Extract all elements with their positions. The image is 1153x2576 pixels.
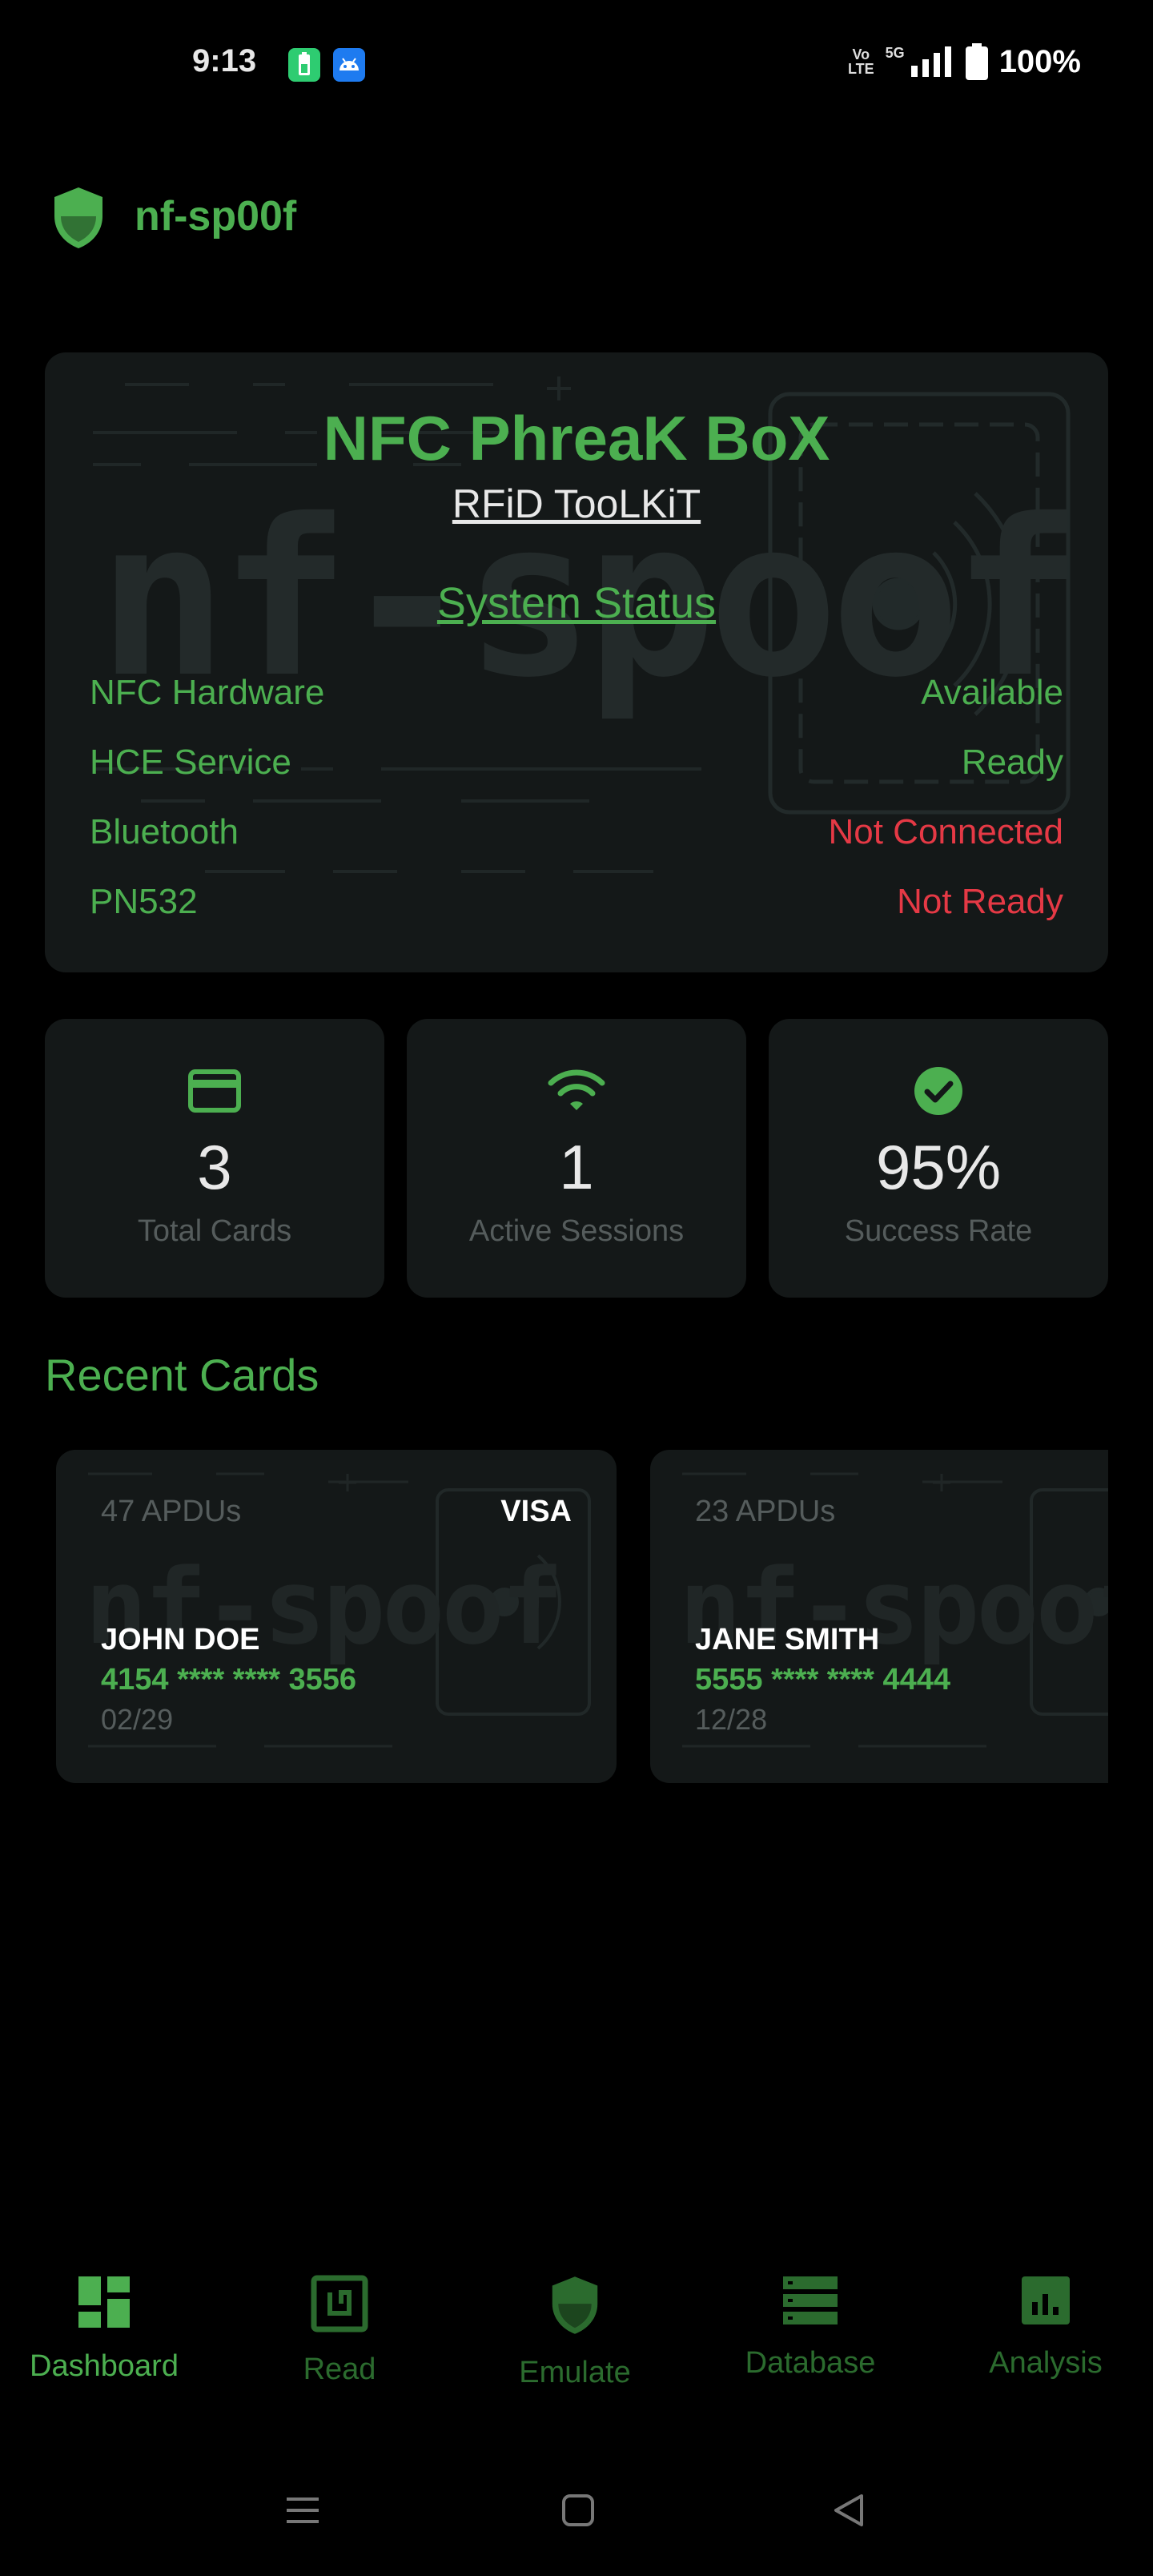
nav-emulate[interactable]: Emulate — [460, 2275, 690, 2390]
dashboard-icon — [78, 2276, 130, 2328]
card-holder-name: JOHN DOE — [101, 1623, 260, 1656]
status-label: PN532 — [90, 882, 198, 921]
battery-saver-icon — [288, 48, 320, 82]
system-status-heading: System Status — [436, 579, 717, 627]
stat-label: Total Cards — [137, 1214, 292, 1248]
stat-success-rate[interactable]: 95% Success Rate — [769, 1019, 1108, 1298]
status-time: 9:13 — [192, 43, 257, 78]
signal-icon: 5G — [886, 45, 954, 78]
status-value: Ready — [961, 743, 1063, 782]
stat-total-cards[interactable]: 3 Total Cards — [45, 1019, 384, 1298]
card-brand: VISA — [500, 1495, 572, 1528]
recents-menu-icon[interactable] — [283, 2491, 322, 2530]
battery-percentage: 100% — [998, 43, 1081, 79]
system-status-card: nf-spoof NFC PhreaK BoX RFiD TooLKiT Sys… — [45, 352, 1108, 972]
nav-label: Emulate — [519, 2356, 631, 2389]
nav-label: Analysis — [989, 2346, 1103, 2380]
status-right: Vo LTE 5G 100% — [848, 43, 1081, 80]
card-expiry: 12/28 — [695, 1703, 768, 1736]
stat-value: 1 — [559, 1132, 594, 1202]
analytics-icon — [1022, 2276, 1070, 2324]
nav-analysis[interactable]: Analysis — [930, 2275, 1153, 2381]
card-apdu-count: 47 APDUs — [101, 1495, 242, 1528]
stat-active-sessions[interactable]: 1 Active Sessions — [407, 1019, 746, 1298]
database-icon — [783, 2276, 838, 2324]
nav-label: Read — [303, 2353, 376, 2386]
card-number: 5555 **** **** 4444 — [695, 1663, 951, 1697]
card-apdu-count: 23 APDUs — [695, 1495, 836, 1528]
recent-card-clip: nf-spoof 23 APDUs JANE SMITH 5555 **** *… — [650, 1450, 1108, 1783]
status-value: Available — [921, 673, 1063, 712]
stat-label: Active Sessions — [468, 1214, 685, 1248]
status-row-nfc: NFC Hardware Available — [90, 673, 1063, 713]
nav-dashboard[interactable]: Dashboard — [0, 2275, 219, 2384]
app-shield-icon — [51, 186, 106, 254]
wifi-icon — [548, 1069, 605, 1110]
status-label: NFC Hardware — [90, 673, 325, 712]
hero-subtitle: RFiD TooLKiT — [452, 481, 701, 526]
nfc-read-icon — [311, 2275, 368, 2332]
status-label: Bluetooth — [90, 812, 239, 851]
credit-card-icon — [188, 1069, 241, 1113]
home-icon[interactable] — [559, 2491, 597, 2530]
card-holder-name: JANE SMITH — [695, 1623, 880, 1656]
back-icon[interactable] — [830, 2491, 868, 2530]
stat-value: 3 — [197, 1132, 232, 1202]
status-value: Not Connected — [828, 812, 1063, 851]
status-label: HCE Service — [90, 743, 291, 782]
status-value: Not Ready — [897, 882, 1063, 921]
card-number: 4154 **** **** 3556 — [101, 1663, 357, 1697]
android-notification-icon — [333, 48, 365, 82]
status-row-bluetooth: Bluetooth Not Connected — [90, 812, 1063, 852]
shield-icon — [552, 2276, 598, 2334]
nav-label: Database — [745, 2346, 876, 2380]
check-circle-icon — [914, 1067, 962, 1115]
stat-value: 95% — [875, 1132, 1002, 1202]
volte-indicator: Vo LTE — [848, 46, 874, 77]
app-title: nf-sp00f — [135, 193, 297, 239]
hero-title: NFC PhreaK BoX — [323, 403, 830, 473]
nav-label: Dashboard — [30, 2349, 179, 2383]
card-expiry: 02/29 — [101, 1703, 174, 1736]
status-row-pn532: PN532 Not Ready — [90, 882, 1063, 922]
status-row-hce: HCE Service Ready — [90, 743, 1063, 783]
recent-card[interactable]: nf-spoof 23 APDUs JANE SMITH 5555 **** *… — [650, 1450, 1108, 1783]
nav-read[interactable]: Read — [224, 2275, 455, 2387]
nav-database[interactable]: Database — [695, 2275, 926, 2381]
battery-icon — [965, 43, 988, 80]
stat-label: Success Rate — [844, 1214, 1033, 1248]
recent-card[interactable]: nf-spoof 47 APDUs VISA JOHN DOE 4154 ***… — [56, 1450, 617, 1783]
recent-cards-title: Recent Cards — [45, 1350, 319, 1400]
